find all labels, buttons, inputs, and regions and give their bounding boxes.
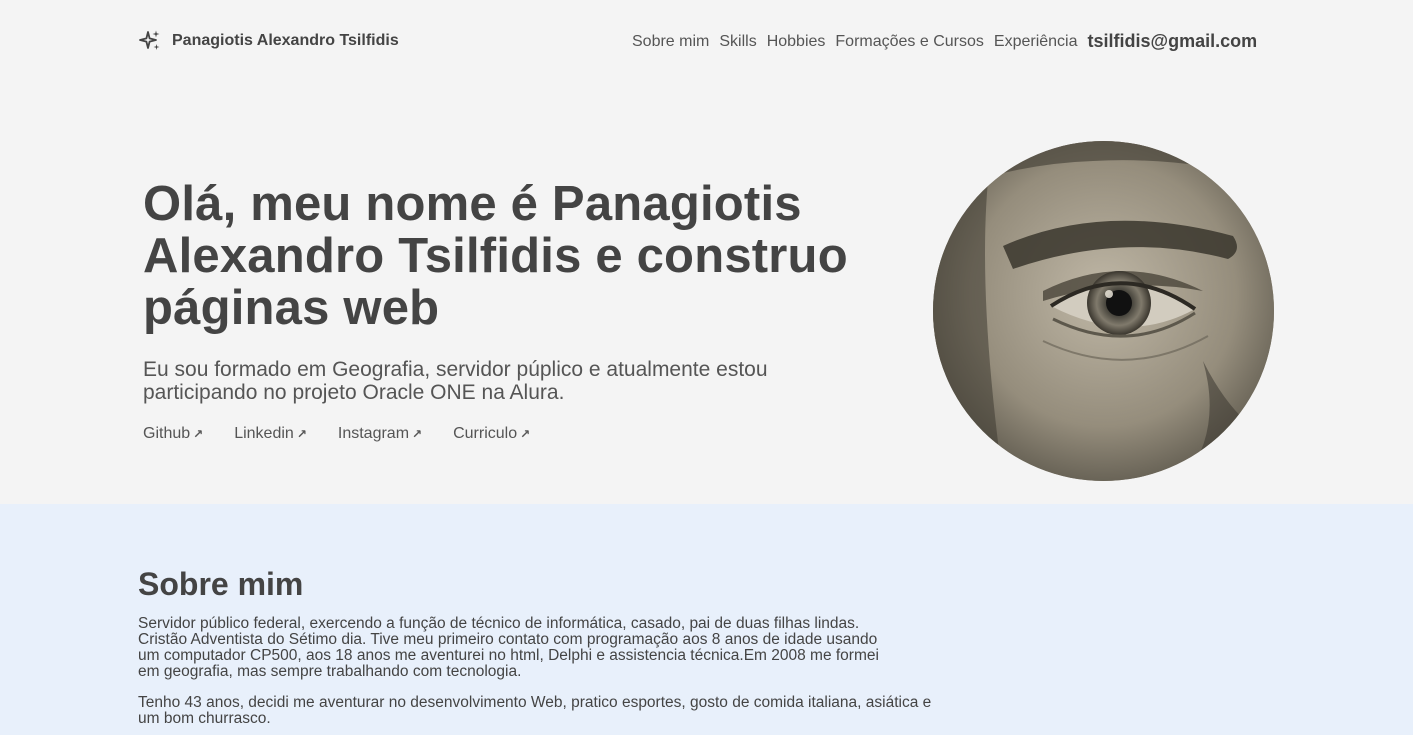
curriculo-link-label: Curriculo	[453, 425, 518, 442]
nav-item-skills[interactable]: Skills	[719, 33, 756, 51]
curriculo-link[interactable]: Curriculo ↗	[453, 425, 530, 443]
hero-section: Olá, meu nome é Panagiotis Alexandro Tsi…	[0, 84, 1413, 504]
github-link-label: Github	[143, 425, 191, 442]
linkedin-link[interactable]: Linkedin ↗	[234, 425, 307, 443]
hero-subtitle: Eu sou formado em Geografia, servidor pú…	[143, 358, 768, 404]
arrow-up-right-icon: ↗	[412, 427, 423, 441]
about-section: Sobre mim Servidor público federal, exer…	[0, 504, 1413, 735]
arrow-up-right-icon: ↗	[193, 427, 204, 441]
instagram-link[interactable]: Instagram ↗	[338, 425, 422, 443]
nav-item-hobbies[interactable]: Hobbies	[767, 33, 826, 51]
social-links: Github ↗ Linkedin ↗ Instagram ↗ Curricul…	[143, 425, 530, 443]
brand-name: Panagiotis Alexandro Tsilfidis	[172, 32, 399, 49]
about-paragraph-2: Tenho 43 anos, decidi me aventurar no de…	[138, 694, 932, 727]
nav-item-experiencia[interactable]: Experiência	[994, 33, 1078, 51]
nav-item-formacoes[interactable]: Formações e Cursos	[835, 33, 984, 51]
profile-photo	[933, 141, 1274, 481]
arrow-up-right-icon: ↗	[296, 427, 307, 441]
about-title: Sobre mim	[138, 566, 304, 602]
instagram-link-label: Instagram	[337, 425, 410, 442]
brand[interactable]: Panagiotis Alexandro Tsilfidis	[138, 29, 399, 53]
site-header: Panagiotis Alexandro Tsilfidis Sobre mim…	[0, 0, 1413, 84]
eye-closeup-photo	[933, 141, 1274, 481]
about-paragraph-1: Servidor público federal, exercendo a fu…	[138, 615, 879, 680]
sparkles-icon	[139, 30, 160, 50]
email-link[interactable]: tsilfidis@gmail.com	[1088, 31, 1258, 52]
nav-item-sobre-mim[interactable]: Sobre mim	[632, 33, 709, 51]
linkedin-link-label: Linkedin	[234, 425, 294, 442]
github-link[interactable]: Github ↗	[143, 425, 203, 443]
hero-title: Olá, meu nome é Panagiotis Alexandro Tsi…	[143, 177, 848, 335]
main-nav: Sobre mim Skills Hobbies Formações e Cur…	[632, 31, 1257, 52]
arrow-up-right-icon: ↗	[520, 427, 531, 441]
